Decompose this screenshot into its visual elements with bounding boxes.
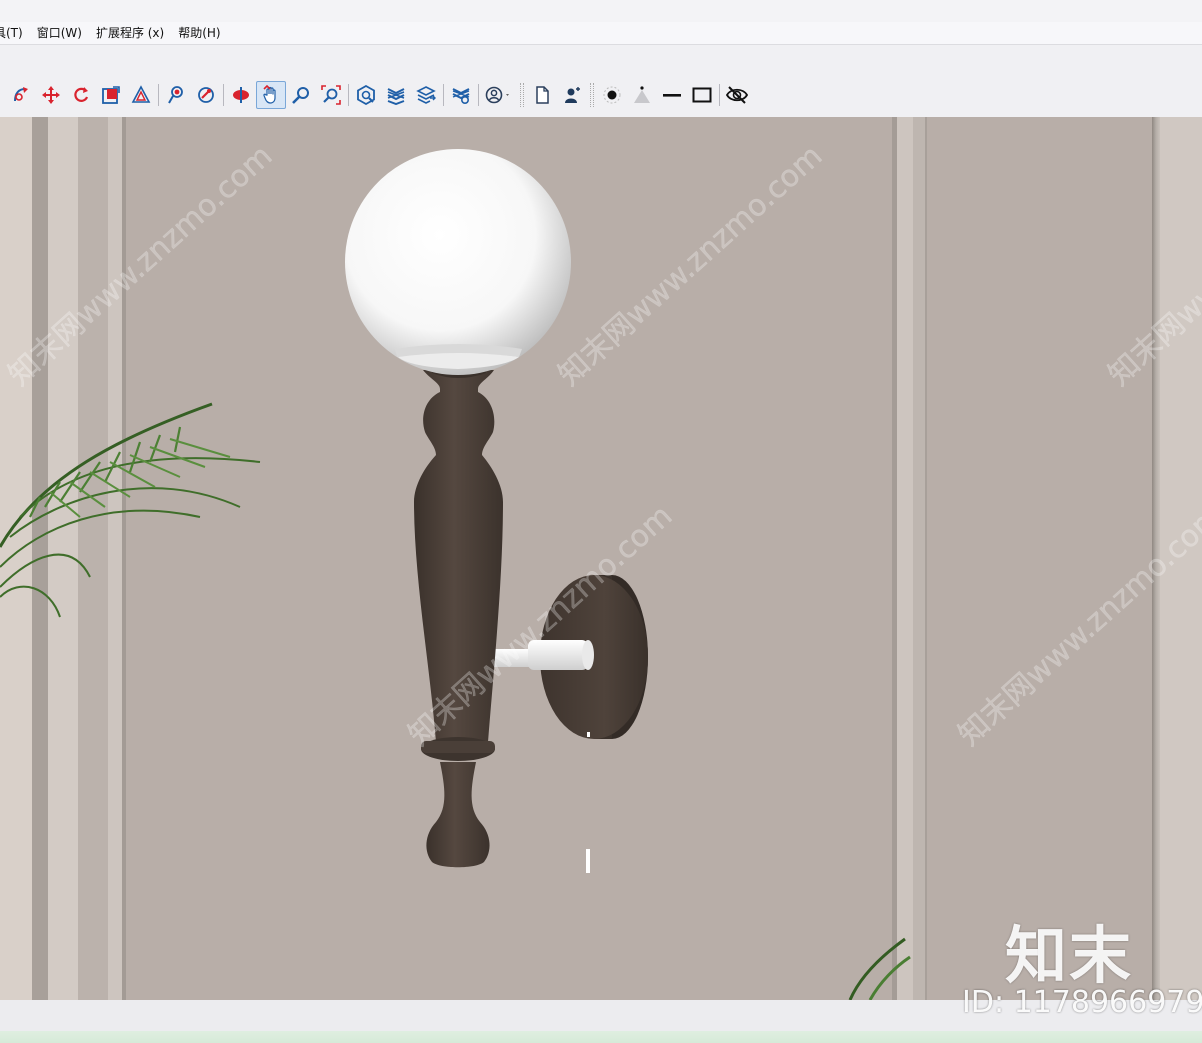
toolbar-separator — [478, 84, 479, 106]
scene-canvas: 知末网www.znzmo.com 知末网www.znzmo.com 知末网www… — [0, 117, 1202, 1000]
toolbar-separator — [223, 84, 224, 106]
cone-icon[interactable] — [627, 81, 657, 109]
app-window: 具(T) 窗口(W) 扩展程序 (x) 帮助(H) 知末网www.znzmo.c… — [0, 0, 1202, 1043]
walk-icon[interactable] — [161, 81, 191, 109]
toolbar-separator — [348, 84, 349, 106]
toolbar-separator — [719, 84, 720, 106]
model-viewport[interactable]: 知末网www.znzmo.com 知末网www.znzmo.com 知末网www… — [0, 117, 1202, 1000]
new-file-icon[interactable] — [527, 81, 557, 109]
menu-bar: 具(T) 窗口(W) 扩展程序 (x) 帮助(H) — [0, 22, 1202, 44]
offset-icon[interactable] — [126, 81, 156, 109]
menu-help[interactable]: 帮助(H) — [171, 22, 227, 44]
toolbar-grip[interactable] — [520, 83, 524, 107]
brand-logo: 知末 — [1005, 919, 1134, 992]
rotate-icon[interactable] — [66, 81, 96, 109]
move-icon[interactable] — [36, 81, 66, 109]
model-info-icon[interactable] — [351, 81, 381, 109]
menu-window[interactable]: 窗口(W) — [30, 22, 89, 44]
look-around-icon[interactable] — [191, 81, 221, 109]
toolbar-separator — [443, 84, 444, 106]
follow-me-icon[interactable] — [6, 81, 36, 109]
menu-extensions[interactable]: 扩展程序 (x) — [89, 22, 171, 44]
title-bar — [0, 0, 1202, 22]
toolbar-area — [0, 45, 1202, 117]
scale-icon[interactable] — [96, 81, 126, 109]
toolbar-separator — [158, 84, 159, 106]
zoom-extents-icon[interactable] — [316, 81, 346, 109]
toolbar-grip[interactable] — [590, 83, 594, 107]
main-toolbar — [0, 81, 752, 109]
brand-id-label: ID: 1178966979 — [962, 985, 1202, 1020]
line-icon[interactable] — [657, 81, 687, 109]
point-icon[interactable] — [597, 81, 627, 109]
zoom-icon[interactable] — [286, 81, 316, 109]
cursor-mark-small — [587, 732, 590, 737]
menu-tools[interactable]: 具(T) — [0, 22, 30, 44]
status-strip — [0, 1031, 1202, 1043]
section-plane-icon[interactable] — [226, 81, 256, 109]
account-icon[interactable] — [481, 81, 517, 109]
scenes-icon[interactable] — [446, 81, 476, 109]
lamp-globe — [345, 149, 571, 375]
rectangle-icon[interactable] — [687, 81, 717, 109]
cursor-mark — [586, 849, 590, 873]
layers-icon[interactable] — [411, 81, 441, 109]
pan-hand-icon[interactable] — [256, 81, 286, 109]
tags-icon[interactable] — [381, 81, 411, 109]
hide-icon[interactable] — [722, 81, 752, 109]
add-user-icon[interactable] — [557, 81, 587, 109]
